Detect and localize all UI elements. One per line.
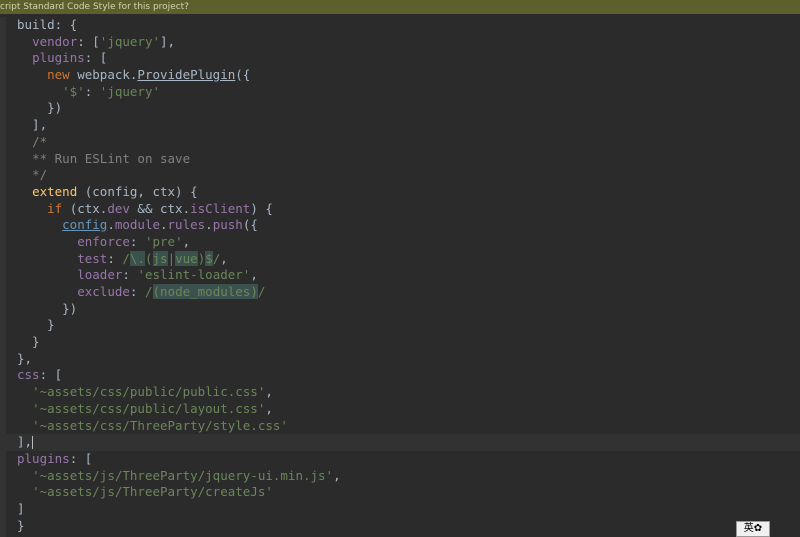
code-line: extend (config, ctx) {	[32, 183, 198, 199]
code-line: })	[17, 100, 63, 116]
code-line: '~assets/js/ThreeParty/createJs'	[32, 484, 273, 500]
code-line: }	[17, 517, 25, 533]
code-line: '~assets/css/public/layout.css',	[32, 400, 273, 416]
code-area[interactable]: build: { vendor: ['jquery'], plugins: [ …	[0, 17, 800, 534]
code-line: test: /\.(js|vue)$/,	[77, 250, 228, 266]
code-line: '~assets/css/ThreeParty/style.css'	[32, 417, 288, 433]
code-line: })	[17, 300, 78, 316]
code-line: ]	[17, 500, 25, 516]
editor-gutter	[0, 17, 6, 537]
code-line: config.module.rules.push({	[62, 217, 258, 233]
code-line: enforce: 'pre',	[77, 233, 191, 249]
code-line: }	[17, 317, 55, 333]
code-line: '~assets/css/public/public.css',	[32, 384, 273, 400]
code-line: new webpack.ProvidePlugin({	[47, 67, 251, 83]
code-line: loader: 'eslint-loader',	[77, 267, 258, 283]
code-line: }	[17, 334, 40, 350]
code-line: ** Run ESLint on save	[32, 150, 191, 166]
code-line: plugins: [	[17, 450, 93, 466]
code-line: ],	[17, 117, 48, 133]
code-line: '~assets/js/ThreeParty/jquery-ui.min.js'…	[32, 467, 341, 483]
code-line: vendor: ['jquery'],	[32, 33, 176, 49]
code-line: '$': 'jquery'	[62, 83, 161, 99]
notification-text: cript Standard Code Style for this proje…	[0, 2, 189, 12]
code-line: if (ctx.dev && ctx.isClient) {	[47, 200, 273, 216]
notification-bar[interactable]: cript Standard Code Style for this proje…	[0, 0, 800, 14]
code-editor[interactable]: build: { vendor: ['jquery'], plugins: [ …	[0, 17, 800, 537]
text-caret	[32, 436, 34, 450]
code-line: plugins: [	[32, 50, 108, 66]
code-line: exclude: /(node_modules)/	[77, 284, 266, 299]
code-line: },	[17, 350, 33, 366]
code-line-current: ],	[0, 434, 800, 451]
code-line: /*	[32, 133, 48, 149]
ime-indicator[interactable]: 英✿	[736, 521, 770, 537]
code-line: build: {	[17, 17, 78, 32]
code-line: */	[32, 167, 48, 183]
code-line: css: [	[17, 367, 63, 383]
ime-label: 英✿	[743, 523, 763, 534]
